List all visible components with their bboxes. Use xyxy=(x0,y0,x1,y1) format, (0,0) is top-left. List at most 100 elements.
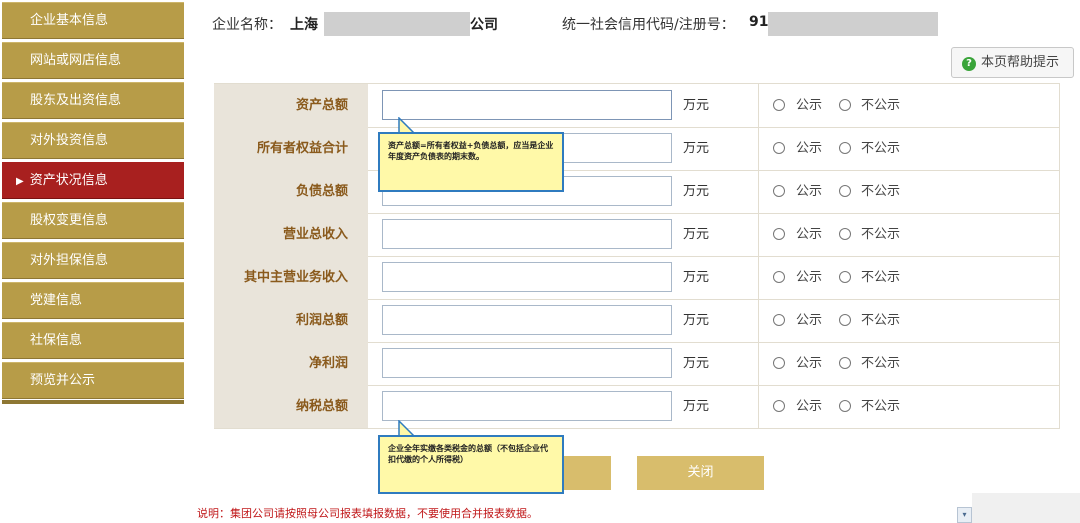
row-edge xyxy=(1059,170,1060,213)
close-button[interactable]: 关闭 xyxy=(637,456,764,490)
column-divider xyxy=(758,127,759,170)
sidebar-bottom-edge xyxy=(2,400,184,404)
row-edge xyxy=(1059,84,1060,127)
unit-label: 万元 xyxy=(683,98,710,113)
form-row-total-liabilities: 负债总额 万元 公示 不公示 xyxy=(214,170,1060,214)
company-name-prefix: 上海 xyxy=(290,17,318,33)
form-row-total-assets: 资产总额 万元 公示 不公示 xyxy=(214,83,1060,128)
not-public-radio[interactable] xyxy=(839,271,851,283)
help-button-label: 本页帮助提示 xyxy=(981,55,1060,70)
not-public-radio-label: 不公示 xyxy=(861,313,901,328)
public-radio-label: 公示 xyxy=(796,98,823,113)
scroll-down-icon[interactable]: ▾ xyxy=(957,507,972,523)
company-name-redaction xyxy=(324,12,470,36)
sidebar-item-label: 股权变更信息 xyxy=(30,213,109,228)
field-label: 其中主营业务收入 xyxy=(214,256,368,299)
public-radio[interactable] xyxy=(773,357,785,369)
sidebar-item-label: 社保信息 xyxy=(30,333,83,348)
not-public-radio-label: 不公示 xyxy=(861,356,901,371)
sidebar-item-party-info[interactable]: 党建信息 xyxy=(2,282,184,319)
public-radio-label: 公示 xyxy=(796,399,823,414)
sidebar-item-label: 网站或网店信息 xyxy=(30,53,122,68)
column-divider xyxy=(758,342,759,385)
sidebar-item-shareholder-info[interactable]: 股东及出资信息 xyxy=(2,82,184,119)
sidebar: 企业基本信息 网站或网店信息 股东及出资信息 对外投资信息 ▶ 资产状况信息 股权… xyxy=(0,0,186,404)
public-radio-label: 公示 xyxy=(796,313,823,328)
public-radio[interactable] xyxy=(773,99,785,111)
column-divider xyxy=(758,170,759,213)
sidebar-item-investment-info[interactable]: 对外投资信息 xyxy=(2,122,184,159)
column-divider xyxy=(758,213,759,256)
sidebar-item-preview-publish[interactable]: 预览并公示 xyxy=(2,362,184,399)
total-revenue-input[interactable] xyxy=(382,219,672,249)
main-business-revenue-input[interactable] xyxy=(382,262,672,292)
form-row-net-profit: 净利润 万元 公示 不公示 xyxy=(214,342,1060,386)
not-public-radio-label: 不公示 xyxy=(861,184,901,199)
column-divider xyxy=(758,256,759,299)
not-public-radio[interactable] xyxy=(839,228,851,240)
not-public-radio[interactable] xyxy=(839,400,851,412)
net-profit-input[interactable] xyxy=(382,348,672,378)
not-public-radio[interactable] xyxy=(839,185,851,197)
unit-label: 万元 xyxy=(683,141,710,156)
sidebar-item-label: 对外担保信息 xyxy=(30,253,109,268)
credit-code-label: 统一社会信用代码/注册号： xyxy=(562,17,735,33)
form-row-total-profit: 利润总额 万元 公示 不公示 xyxy=(214,299,1060,343)
not-public-radio[interactable] xyxy=(839,314,851,326)
public-radio-label: 公示 xyxy=(796,184,823,199)
footer-note: 说明：集团公司请按照母公司报表填报数据，不要使用合并报表数据。 xyxy=(197,507,538,520)
sidebar-item-guarantee-info[interactable]: 对外担保信息 xyxy=(2,242,184,279)
sidebar-item-company-info[interactable]: 企业基本信息 xyxy=(2,2,184,39)
sidebar-item-label: 预览并公示 xyxy=(30,373,96,388)
public-radio[interactable] xyxy=(773,271,785,283)
sidebar-item-label: 党建信息 xyxy=(30,293,83,308)
column-divider xyxy=(758,299,759,342)
total-profit-input[interactable] xyxy=(382,305,672,335)
credit-code-redaction xyxy=(768,12,938,36)
total-assets-input[interactable] xyxy=(382,90,672,120)
company-header: 企业名称： 上海 公司 统一社会信用代码/注册号： 91 xyxy=(212,0,1080,45)
not-public-radio-label: 不公示 xyxy=(861,141,901,156)
sidebar-item-label: 资产状况信息 xyxy=(29,173,108,188)
public-radio-label: 公示 xyxy=(796,356,823,371)
not-public-radio[interactable] xyxy=(839,99,851,111)
not-public-radio-label: 不公示 xyxy=(861,227,901,242)
company-name-suffix: 公司 xyxy=(470,17,498,33)
not-public-radio-label: 不公示 xyxy=(861,270,901,285)
sidebar-item-website-info[interactable]: 网站或网店信息 xyxy=(2,42,184,79)
public-radio[interactable] xyxy=(773,228,785,240)
form-row-total-tax: 纳税总额 万元 公示 不公示 xyxy=(214,385,1060,429)
not-public-radio[interactable] xyxy=(839,142,851,154)
public-radio[interactable] xyxy=(773,314,785,326)
total-assets-tooltip: 资产总额=所有者权益+负债总额，应当是企业年度资产负债表的期末数。 xyxy=(378,132,564,192)
public-radio-label: 公示 xyxy=(796,141,823,156)
field-label: 净利润 xyxy=(214,342,368,385)
sidebar-item-equity-change-info[interactable]: 股权变更信息 xyxy=(2,202,184,239)
not-public-radio[interactable] xyxy=(839,357,851,369)
page-help-button[interactable]: ? 本页帮助提示 xyxy=(951,47,1074,78)
total-tax-input[interactable] xyxy=(382,391,672,421)
sidebar-item-social-security-info[interactable]: 社保信息 xyxy=(2,322,184,359)
company-name-label: 企业名称： xyxy=(212,17,282,33)
not-public-radio-label: 不公示 xyxy=(861,399,901,414)
unit-label: 万元 xyxy=(683,227,710,242)
scrollbar-track[interactable] xyxy=(972,493,1080,523)
row-edge xyxy=(1059,256,1060,299)
form-row-owner-equity: 所有者权益合计 万元 公示 不公示 xyxy=(214,127,1060,171)
field-label: 纳税总额 xyxy=(214,385,368,428)
unit-label: 万元 xyxy=(683,184,710,199)
public-radio[interactable] xyxy=(773,142,785,154)
unit-label: 万元 xyxy=(683,399,710,414)
public-radio[interactable] xyxy=(773,400,785,412)
not-public-radio-label: 不公示 xyxy=(861,98,901,113)
question-circle-icon: ? xyxy=(962,57,976,71)
row-edge xyxy=(1059,342,1060,385)
public-radio[interactable] xyxy=(773,185,785,197)
row-edge xyxy=(1059,127,1060,170)
public-radio-label: 公示 xyxy=(796,227,823,242)
sidebar-item-assets-info[interactable]: ▶ 资产状况信息 xyxy=(2,162,184,199)
unit-label: 万元 xyxy=(683,356,710,371)
field-label: 所有者权益合计 xyxy=(214,127,368,170)
public-radio-label: 公示 xyxy=(796,270,823,285)
active-arrow-icon: ▶ xyxy=(16,176,24,187)
